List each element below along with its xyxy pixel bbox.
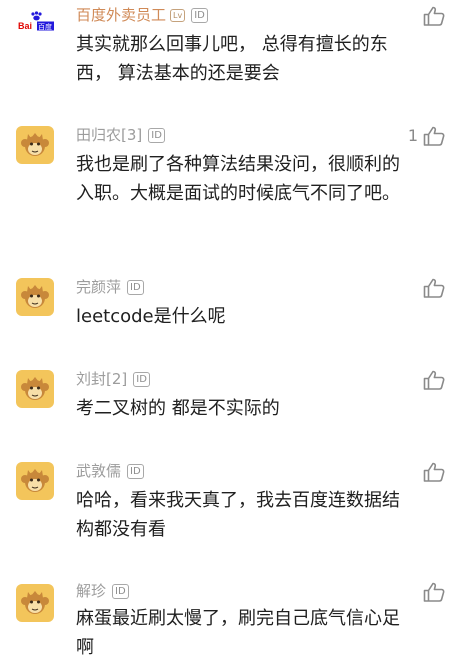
- comment-item: 武敦儒 ID 哈哈，看来我天真了，我去百度连数据结构都没有看: [0, 454, 462, 554]
- monkey-avatar-icon: [16, 278, 54, 316]
- like-button[interactable]: [418, 580, 446, 604]
- comment-list: Bai 百度 百度外卖员工 Lv ID 其实就那么回事儿吧， 总得有擅长的东西，…: [0, 0, 462, 670]
- comment-header: 百度外卖员工 Lv ID: [76, 4, 208, 26]
- username[interactable]: 田归农[3]: [76, 124, 142, 146]
- comment-text: 其实就那么回事儿吧， 总得有擅长的东西， 算法基本的还是要会: [76, 34, 388, 84]
- comment-header: 解珍 ID: [76, 580, 129, 602]
- thumbs-up-icon: [423, 582, 445, 602]
- like-button[interactable]: [418, 4, 446, 28]
- comment-text: leetcode是什么呢: [76, 306, 226, 327]
- monkey-avatar-icon: [16, 462, 54, 500]
- comment-item: 田归农[3] ID 我也是刷了各种算法结果没问，很顺利的入职。大概是面试的时候底…: [0, 118, 462, 248]
- comment-item: 解珍 ID 麻蛋最近刷太慢了，刷完自己底气信心足啊: [0, 576, 462, 670]
- thumbs-up-icon: [423, 278, 445, 298]
- monkey-avatar-icon: [16, 126, 54, 164]
- comment-text: 哈哈，看来我天真了，我去百度连数据结构都没有看: [76, 490, 400, 540]
- baidu-logo-text: Bai: [18, 21, 32, 31]
- like-button[interactable]: [418, 460, 446, 484]
- monkey-avatar-icon: [16, 584, 54, 622]
- avatar[interactable]: [16, 370, 54, 408]
- thumbs-up-icon: [423, 126, 445, 146]
- username[interactable]: 刘封[2]: [76, 368, 127, 390]
- comment-item: Bai 百度 百度外卖员工 Lv ID 其实就那么回事儿吧， 总得有擅长的东西，…: [0, 0, 462, 100]
- like-button[interactable]: [418, 276, 446, 300]
- rank-badge: Lv: [170, 8, 186, 22]
- like-count: 1: [407, 126, 418, 145]
- thumbs-up-icon: [423, 370, 445, 390]
- id-badge: ID: [112, 583, 129, 599]
- id-badge: ID: [148, 127, 165, 143]
- comment-header: 完颜萍 ID: [76, 276, 144, 298]
- id-badge: ID: [133, 371, 150, 387]
- id-badge: ID: [127, 463, 144, 479]
- baidu-logo-icon: Bai 百度: [16, 8, 56, 34]
- avatar[interactable]: [16, 278, 54, 316]
- id-badge: ID: [191, 7, 208, 23]
- comment-text: 我也是刷了各种算法结果没问，很顺利的入职。大概是面试的时候底气不同了吧。: [76, 154, 400, 204]
- avatar[interactable]: [16, 584, 54, 622]
- avatar[interactable]: [16, 462, 54, 500]
- comment-text: 麻蛋最近刷太慢了，刷完自己底气信心足啊: [76, 608, 400, 658]
- avatar[interactable]: [16, 126, 54, 164]
- comment-item: 刘封[2] ID 考二叉树的 都是不实际的: [0, 362, 462, 432]
- monkey-avatar-icon: [16, 370, 54, 408]
- comment-header: 武敦儒 ID: [76, 460, 144, 482]
- username[interactable]: 解珍: [76, 580, 106, 602]
- comment-text: 考二叉树的 都是不实际的: [76, 398, 280, 419]
- comment-header: 田归农[3] ID: [76, 124, 165, 146]
- username[interactable]: 武敦儒: [76, 460, 121, 482]
- baidu-logo-avatar[interactable]: Bai 百度: [16, 8, 56, 34]
- username[interactable]: 百度外卖员工: [76, 4, 166, 26]
- like-button[interactable]: 1: [408, 124, 446, 148]
- thumbs-up-icon: [423, 462, 445, 482]
- comment-header: 刘封[2] ID: [76, 368, 150, 390]
- like-button[interactable]: [418, 368, 446, 392]
- username[interactable]: 完颜萍: [76, 276, 121, 298]
- id-badge: ID: [127, 279, 144, 295]
- comment-item: 完颜萍 ID leetcode是什么呢: [0, 270, 462, 340]
- baidu-logo-subtext: 百度: [38, 22, 52, 31]
- thumbs-up-icon: [423, 6, 445, 26]
